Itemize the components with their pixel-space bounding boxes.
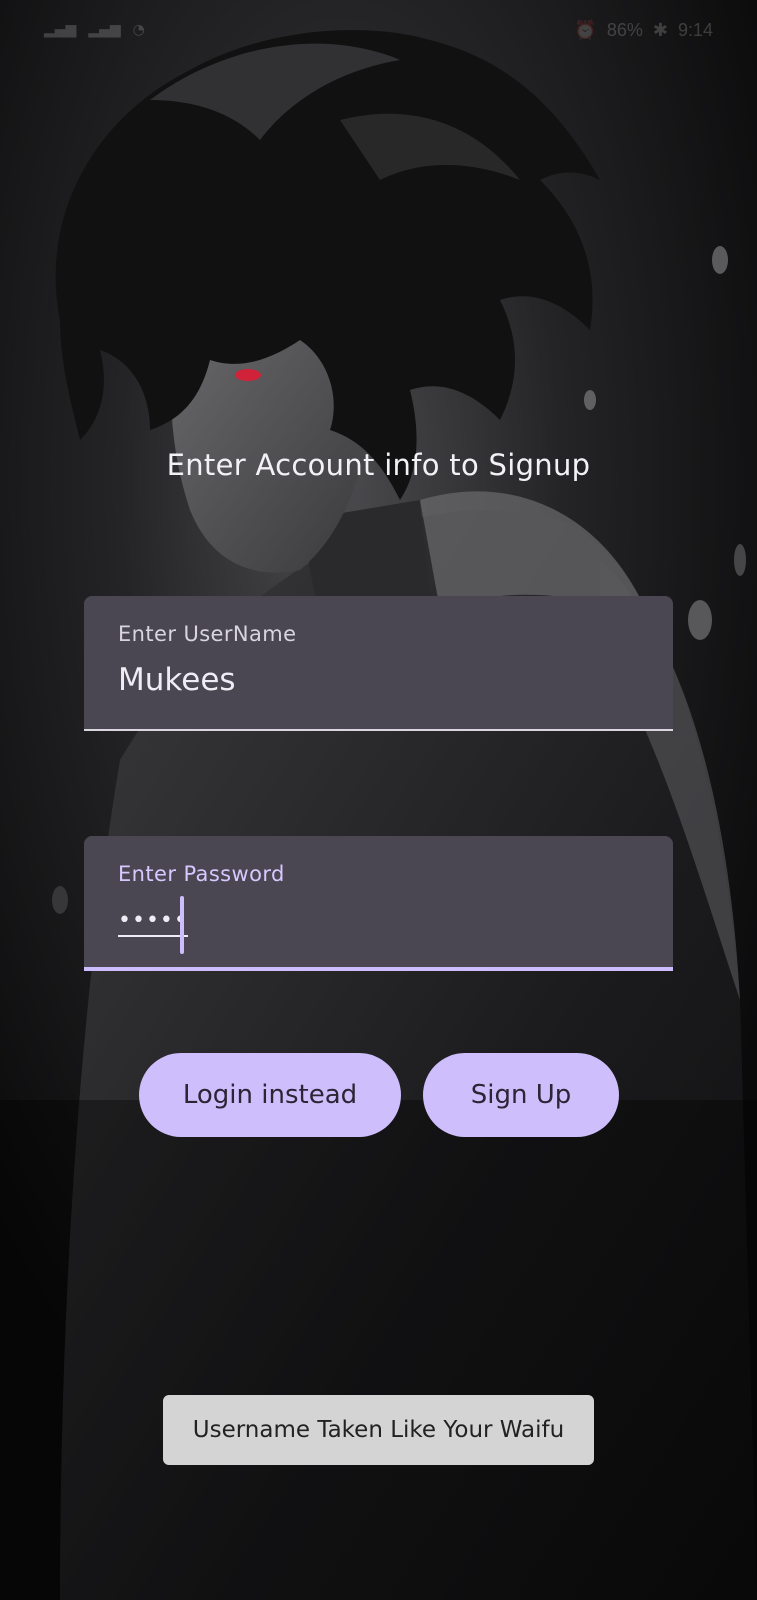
signal-bars-icon: ▂▄▆	[44, 22, 77, 38]
signup-screen: ▂▄▆ ▂▄▆ ◔ ⏰ 86% ✱ 9:14 Enter Account inf…	[0, 0, 757, 1600]
signal-bars-icon-2: ▂▄▆	[88, 22, 121, 38]
login-instead-button[interactable]: Login instead	[139, 1053, 401, 1137]
sign-up-button[interactable]: Sign Up	[423, 1053, 619, 1137]
status-bar: ▂▄▆ ▂▄▆ ◔ ⏰ 86% ✱ 9:14	[0, 0, 757, 64]
status-right-icons: ⏰ 86% ✱ 9:14	[574, 20, 713, 41]
wifi-icon: ◔	[132, 22, 145, 38]
username-input[interactable]: Mukees	[118, 662, 236, 698]
password-field[interactable]: Enter Password •••••	[84, 836, 673, 971]
password-input[interactable]: •••••	[118, 908, 188, 937]
clock-time: 9:14	[677, 20, 713, 40]
bluetooth-icon: ✱	[652, 20, 668, 40]
status-left-icons: ▂▄▆ ▂▄▆ ◔	[44, 22, 145, 38]
battery-level: 86%	[606, 20, 643, 40]
username-label: Enter UserName	[118, 622, 297, 646]
page-title: Enter Account info to Signup	[166, 448, 591, 482]
text-cursor	[180, 896, 184, 954]
background-artwork	[0, 0, 757, 1600]
username-field[interactable]: Enter UserName Mukees	[84, 596, 673, 731]
password-label: Enter Password	[118, 862, 285, 886]
toast-message: Username Taken Like Your Waifu	[163, 1395, 594, 1465]
alarm-icon: ⏰	[574, 20, 597, 40]
